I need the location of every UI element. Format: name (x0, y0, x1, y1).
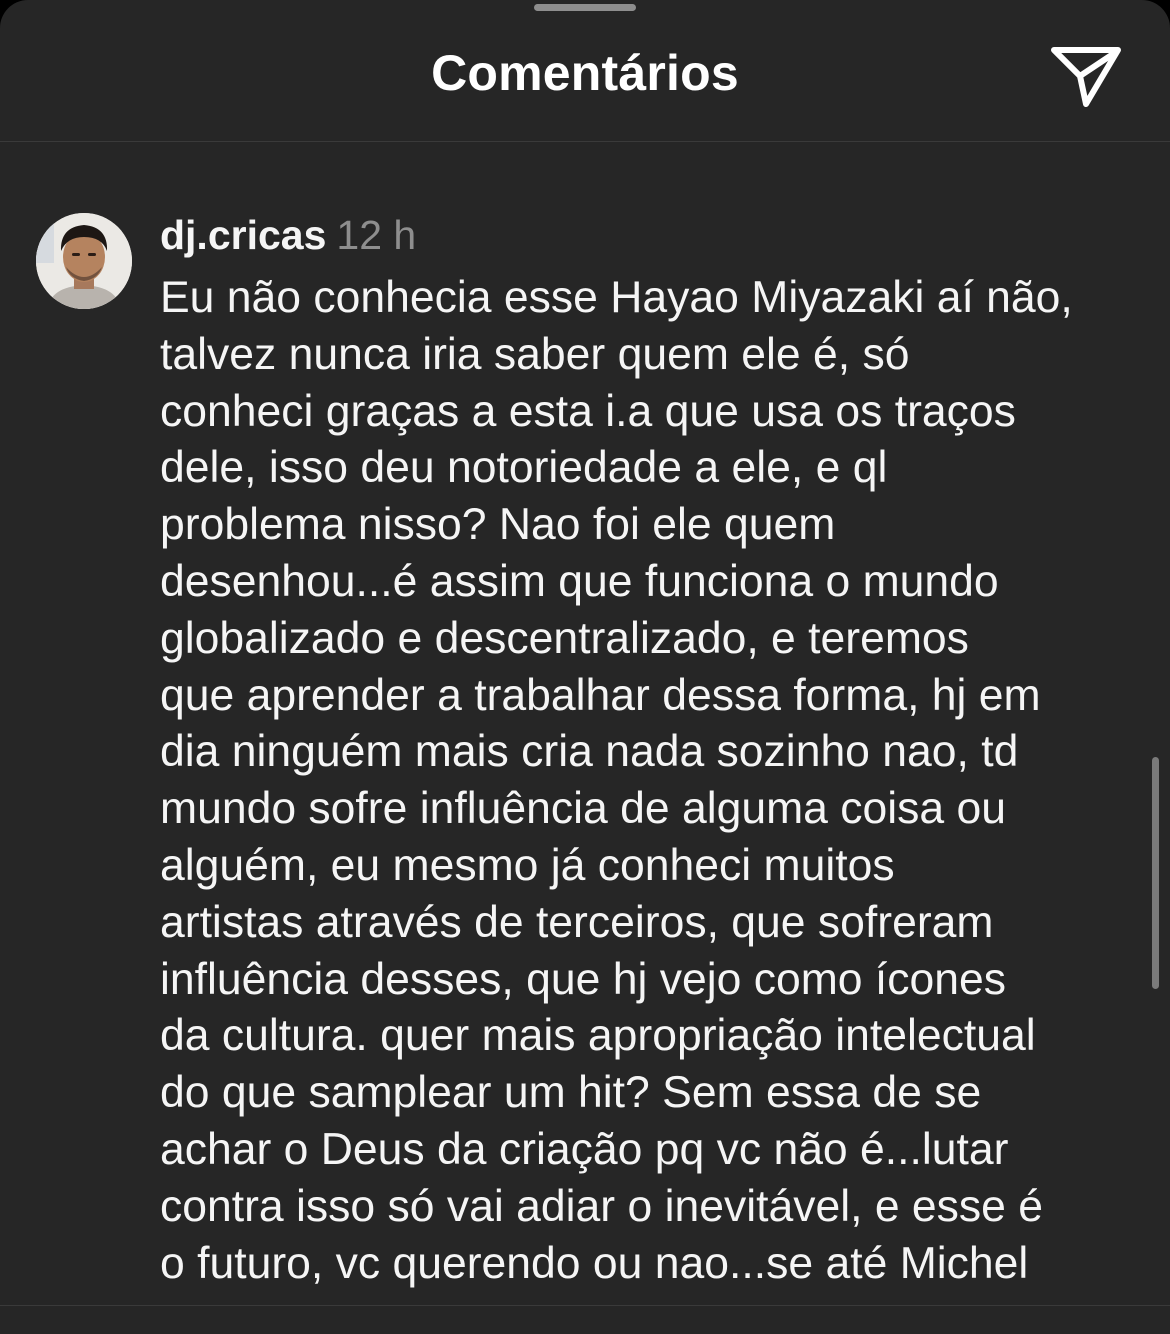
avatar[interactable] (36, 213, 132, 309)
comment-text: Eu não conhecia esse Hayao Miyazaki aí n… (160, 273, 1073, 1288)
bottom-divider (0, 1305, 1170, 1306)
comment-timestamp: 12 h (336, 212, 417, 258)
comment-username[interactable]: dj.cricas (160, 212, 326, 258)
share-button[interactable] (1046, 40, 1126, 112)
comments-header: Comentários (0, 0, 1170, 142)
user-avatar-photo (36, 213, 132, 309)
paper-plane-icon (1051, 47, 1121, 107)
comments-sheet: Comentários dj.cricas 12 h Eu não conheci… (0, 0, 1170, 1334)
comment-header: dj.cricas 12 h (160, 208, 416, 262)
scrollbar[interactable] (1152, 757, 1159, 989)
page-title: Comentários (431, 45, 739, 101)
